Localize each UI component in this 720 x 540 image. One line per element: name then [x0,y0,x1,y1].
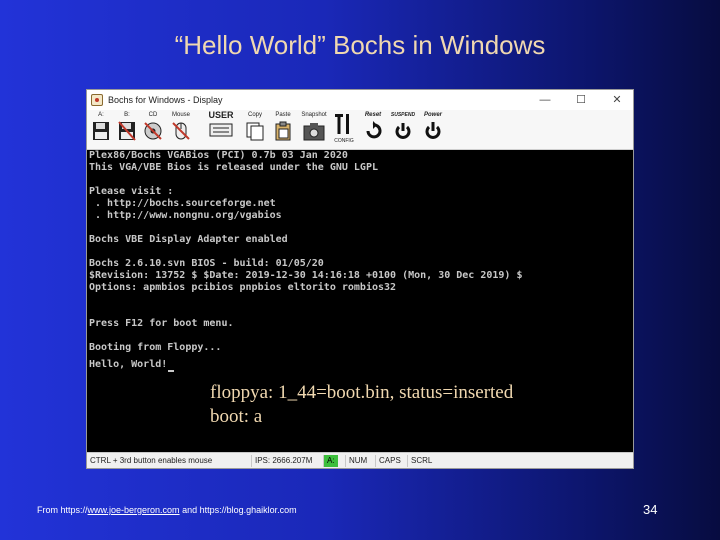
reset-icon [366,121,382,139]
slide-title: “Hello World” Bochs in Windows [174,30,546,60]
toolbar-label: CONFIG [334,138,354,144]
snapshot-button[interactable]: Snapshot [299,112,329,148]
config-overlay-line-1: floppya: 1_44=boot.bin, status=inserted [210,382,514,403]
toolbar-label: Snapshot [301,112,327,118]
toolbar-label: Mouse [171,112,190,118]
scroll-lock-indicator: SCRL [407,455,435,467]
statusbar: CTRL + 3rd button enables mouse IPS: 266… [87,452,633,468]
floppy-b-icon [118,121,136,141]
bios-line: Bochs VBE Display Adapter enabled [89,234,288,245]
toolbar-label: USER [208,110,234,120]
num-lock-indicator: NUM [345,455,370,467]
suspend-button[interactable]: SUSPEND [389,112,417,148]
mouse-hint: CTRL + 3rd button enables mouse [90,456,213,465]
config-button[interactable]: CONFIG [331,112,357,148]
copy-icon [246,122,264,141]
mouse-icon [172,122,190,140]
user-button[interactable]: USER [207,110,235,148]
paste-button[interactable]: Paste [271,112,295,148]
bios-line: $Revision: 13752 $ $Date: 2019-12-30 14:… [89,270,523,281]
bios-line: . http://www.nongnu.org/vgabios [89,210,282,221]
copy-button[interactable]: Copy [243,112,267,148]
paste-icon [275,121,291,141]
credit-prefix: From https:// [37,505,88,515]
cdrom-icon [144,122,162,140]
bios-line: Options: apmbios pcibios pnpbios eltorit… [89,282,397,293]
toolbar-label: CD [148,112,158,118]
toolbar-label: A: [98,112,104,118]
floppy-b-button[interactable]: B: [115,112,139,148]
source-credit: From https://www.joe-bergeron.com and ht… [37,505,297,515]
toolbar: A: B: CD Mouse USER Copy Paste Snapshot … [87,110,633,150]
bios-line: Press F12 for boot menu. [89,318,234,329]
snapshot-icon [303,123,325,141]
bochs-window: Bochs for Windows - Display — ☐ ✕ A: B: … [86,89,634,469]
bios-line: Please visit : [89,186,174,197]
window-title: Bochs for Windows - Display [108,95,223,105]
mouse-button[interactable]: Mouse [167,112,195,148]
bios-line: Hello, World! [89,359,168,370]
close-button[interactable]: ✕ [605,92,629,108]
maximize-button[interactable]: ☐ [569,92,593,108]
reset-button[interactable]: Reset [359,112,387,148]
floppy-a-button[interactable]: A: [89,112,113,148]
ips-readout: IPS: 2666.207M [251,455,315,467]
bios-line: Plex86/Bochs VGABios (PCI) 0.7b 03 Jan 2… [89,150,348,161]
page-number: 34 [643,502,658,517]
emulator-screen[interactable]: Plex86/Bochs VGABios (PCI) 0.7b 03 Jan 2… [87,150,633,452]
power-icon [425,122,441,139]
toolbar-label: Power [423,112,442,118]
bios-line: . http://bochs.sourceforge.net [89,198,276,209]
toolbar-label: B: [124,112,130,118]
toolbar-label: Paste [275,112,291,118]
credit-suffix: and https://blog.ghaiklor.com [179,505,297,515]
config-icon [335,114,349,134]
text-cursor [168,370,175,372]
power-button[interactable]: Power [419,112,447,148]
toolbar-label: Copy [247,112,262,118]
bios-line: This VGA/VBE Bios is released under the … [89,162,378,173]
toolbar-label: Reset [364,112,382,118]
bochs-app-icon [91,94,103,106]
user-icon [209,123,233,137]
window-titlebar[interactable]: Bochs for Windows - Display — ☐ ✕ [87,90,633,110]
caps-lock-indicator: CAPS [375,455,404,467]
minimize-button[interactable]: — [533,92,557,108]
cdrom-button[interactable]: CD [141,112,165,148]
suspend-icon [395,123,411,139]
toolbar-label: SUSPEND [390,112,416,118]
floppy-a-icon [93,122,109,140]
hello-world-line: Hello, World! [89,354,175,372]
drive-a-indicator: A: [323,455,338,467]
config-overlay-line-2: boot: a [210,406,263,427]
credit-link[interactable]: www.joe-bergeron.com [88,505,180,515]
bios-line: Booting from Floppy... [89,342,222,353]
bios-line: Bochs 2.6.10.svn BIOS - build: 01/05/20 [89,258,324,269]
